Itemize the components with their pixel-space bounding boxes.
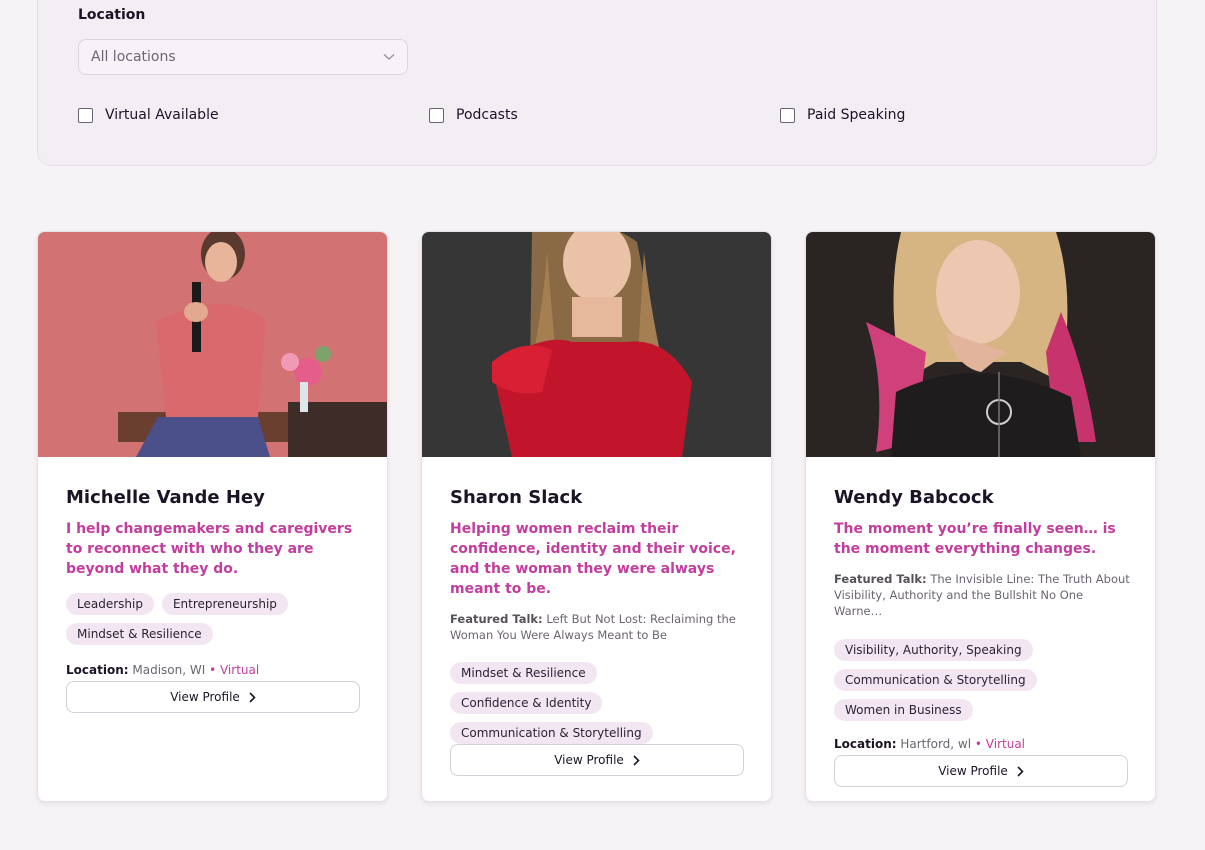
card-body: Wendy Babcock The moment you’re finally … — [834, 487, 1130, 787]
checkbox-virtual-available[interactable]: Virtual Available — [78, 107, 219, 123]
location-value: Hartford, wl — [900, 737, 972, 751]
location-label: Location — [78, 7, 146, 23]
tag[interactable]: Women in Business — [834, 699, 973, 721]
speaker-card: Wendy Babcock The moment you’re finally … — [805, 231, 1156, 802]
tag[interactable]: Entrepreneurship — [161, 593, 288, 615]
checkbox-paid-speaking[interactable]: Paid Speaking — [780, 107, 905, 123]
featured-talk: Featured Talk: Left But Not Lost: Reclai… — [450, 611, 746, 643]
view-profile-button[interactable]: View Profile — [450, 744, 744, 776]
speaker-tagline: Helping women reclaim their confidence, … — [450, 521, 736, 597]
filter-panel: Location All locations Virtual Available… — [37, 0, 1157, 166]
checkbox-box[interactable] — [429, 107, 444, 123]
speaker-card: Sharon Slack Helping women reclaim their… — [421, 231, 772, 802]
tag[interactable]: Communication & Storytelling — [834, 669, 1037, 691]
view-profile-label: View Profile — [938, 764, 1008, 778]
featured-talk-label: Featured Talk: — [450, 612, 543, 626]
chevron-right-icon — [249, 691, 256, 703]
virtual-badge: • Virtual — [209, 663, 260, 677]
view-profile-label: View Profile — [170, 690, 240, 704]
speaker-location: Location: Hartford, wl • Virtual — [834, 737, 1130, 753]
featured-talk: Featured Talk: The Invisible Line: The T… — [834, 571, 1130, 619]
tag[interactable]: Communication & Storytelling — [450, 722, 653, 744]
chevron-down-icon — [383, 53, 395, 60]
virtual-badge: • Virtual — [974, 737, 1026, 751]
tag[interactable]: Mindset & Resilience — [66, 623, 213, 645]
speaker-name: Wendy Babcock — [834, 487, 994, 508]
checkbox-label: Paid Speaking — [807, 107, 906, 123]
featured-talk-label: Featured Talk: — [834, 572, 927, 586]
speaker-card: Michelle Vande Hey I help changemakers a… — [37, 231, 388, 802]
speaker-photo — [38, 232, 387, 457]
checkbox-label: Virtual Available — [105, 107, 219, 123]
speaker-tagline: The moment you’re finally seen… is the m… — [834, 521, 1116, 557]
tag-list: Mindset & Resilience Confidence & Identi… — [450, 662, 746, 744]
tag-list: Leadership Entrepreneurship Mindset & Re… — [66, 593, 362, 645]
checkbox-box[interactable] — [780, 107, 795, 123]
location-label: Location: — [66, 663, 129, 677]
speaker-name: Michelle Vande Hey — [66, 487, 265, 508]
tag[interactable]: Mindset & Resilience — [450, 662, 597, 684]
location-select[interactable]: All locations — [78, 39, 408, 75]
speaker-photo — [806, 232, 1155, 457]
speaker-tagline: I help changemakers and caregivers to re… — [66, 521, 353, 577]
location-label: Location: — [834, 737, 897, 751]
checkbox-label: Podcasts — [456, 107, 518, 123]
chevron-right-icon — [1017, 765, 1024, 777]
view-profile-button[interactable]: View Profile — [834, 755, 1128, 787]
view-profile-button[interactable]: View Profile — [66, 681, 360, 713]
location-select-value: All locations — [91, 49, 176, 65]
chevron-right-icon — [633, 754, 640, 766]
tag[interactable]: Leadership — [66, 593, 154, 615]
location-value: Madison, WI — [132, 663, 206, 677]
card-body: Sharon Slack Helping women reclaim their… — [450, 487, 746, 776]
card-body: Michelle Vande Hey I help changemakers a… — [66, 487, 362, 713]
speaker-name: Sharon Slack — [450, 487, 583, 508]
tag[interactable]: Confidence & Identity — [450, 692, 603, 714]
checkbox-podcasts[interactable]: Podcasts — [429, 107, 518, 123]
speaker-location: Location: Madison, WI • Virtual — [66, 663, 362, 679]
tag[interactable]: Visibility, Authority, Speaking — [834, 639, 1033, 661]
speaker-photo — [422, 232, 771, 457]
tag-list: Visibility, Authority, Speaking Communic… — [834, 639, 1130, 721]
checkbox-box[interactable] — [78, 107, 93, 123]
view-profile-label: View Profile — [554, 753, 624, 767]
